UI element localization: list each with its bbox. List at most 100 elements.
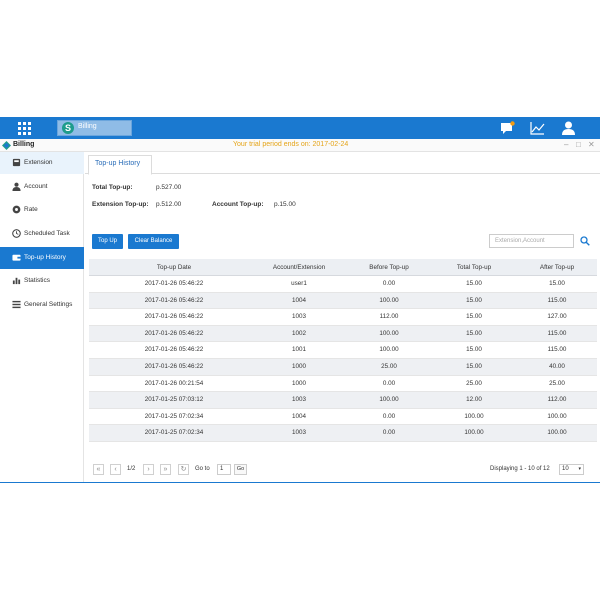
cell-date: 2017-01-26 05:46:22 (144, 313, 204, 321)
cell-date: 2017-01-25 07:02:34 (144, 412, 204, 420)
table-row[interactable]: 2017-01-26 05:46:22 1000 25.00 15.00 40.00 (89, 358, 597, 376)
page-size-value: 10 (562, 466, 569, 472)
table-row[interactable]: 2017-01-26 05:46:22 1004 100.00 15.00 115.00 (89, 292, 597, 310)
total-top-up-value: p.527.00 (156, 184, 182, 191)
clock-icon (12, 229, 21, 238)
sidebar-item-extension[interactable]: Extension (0, 152, 84, 174)
refresh-icon[interactable]: ↻ (178, 464, 189, 475)
notification-icon[interactable] (500, 121, 515, 135)
billing-app-icon: S (62, 122, 74, 134)
window-title-bar: Billing Your trial period ends on: 2017-… (0, 139, 600, 152)
billing-screen: S Billing Billing Your trial period ends… (0, 117, 600, 483)
window-title: Billing (13, 141, 35, 148)
cell-date: 2017-01-25 07:02:34 (144, 429, 204, 437)
minimize-icon[interactable]: – (564, 140, 568, 149)
account-icon (12, 182, 21, 191)
sidebar-item-rate[interactable]: Rate (0, 199, 84, 221)
displaying-count: Displaying 1 - 10 of 12 (490, 466, 550, 472)
cell-after: 15.00 (549, 280, 565, 287)
search-icon[interactable] (580, 236, 590, 246)
cell-account: 1003 (291, 313, 306, 321)
billing-logo-icon (2, 141, 11, 150)
table-row[interactable]: 2017-01-26 00:21:54 1000 0.00 25.00 25.00 (89, 376, 597, 393)
sidebar-item-label: Top-up History (24, 254, 66, 261)
tab-top-up-history[interactable]: Top-up History (88, 155, 152, 175)
settings-icon (12, 300, 21, 309)
column-header[interactable]: Top-up Date (119, 259, 229, 275)
apps-grid-icon[interactable] (18, 122, 31, 135)
first-page-icon[interactable]: « (93, 464, 104, 475)
cell-date: 2017-01-26 05:46:22 (144, 329, 204, 337)
taskbar: S Billing (0, 117, 600, 139)
cell-account: 1004 (291, 412, 306, 420)
cell-after: 115.00 (547, 296, 567, 304)
billing-app-tab[interactable]: S Billing (57, 120, 132, 136)
goto-page-input[interactable]: 1 (217, 464, 231, 475)
search-placeholder: Extension,Account (495, 238, 545, 244)
table-row[interactable]: 2017-01-26 05:46:22 1001 100.00 15.00 115.00 (89, 342, 597, 359)
cell-account: 1002 (291, 329, 306, 337)
sidebar-item-label: General Settings (24, 301, 73, 308)
close-icon[interactable]: ✕ (588, 140, 595, 149)
last-page-icon[interactable]: » (160, 464, 171, 475)
user-icon[interactable] (561, 121, 576, 135)
sidebar-item-statistics[interactable]: Statistics (0, 270, 84, 292)
table-row[interactable]: 2017-01-25 07:02:34 1004 0.00 100.00 100.00 (89, 409, 597, 426)
table-row[interactable]: 2017-01-25 07:02:34 1003 0.00 100.00 100.00 (89, 425, 597, 442)
top-up-button[interactable]: Top Up (92, 234, 123, 249)
column-header[interactable]: After Top-up (507, 259, 600, 275)
bottom-border (0, 482, 600, 483)
table-row[interactable]: 2017-01-26 05:46:22 1003 112.00 15.00 127.00 (89, 309, 597, 326)
page-size-select[interactable]: 10 ▾ (559, 464, 584, 475)
sidebar-item-general-settings[interactable]: General Settings (0, 294, 84, 316)
go-button[interactable]: Go (234, 464, 247, 475)
statistics-icon (12, 277, 21, 285)
cell-account: 1000 (291, 362, 306, 370)
cell-after: 115.00 (547, 329, 567, 337)
table-row[interactable]: 2017-01-26 05:46:22 user1 0.00 15.00 15.00 (89, 276, 597, 293)
table-body: 2017-01-26 05:46:22 user1 0.00 15.00 15.00 20… (89, 276, 597, 442)
table-header: Top-up Date Account/Extension Before Top… (89, 259, 597, 276)
column-header[interactable]: Account/Extension (244, 259, 354, 275)
pagination-bar: « ‹ 1/2 › » ↻ Go to 1 Go Displaying 1 - … (89, 461, 597, 477)
top-up-history-table: Top-up Date Account/Extension Before Top… (89, 259, 597, 442)
sidebar-item-account[interactable]: Account (0, 176, 84, 198)
cell-after: 100.00 (547, 412, 567, 420)
sidebar-item-scheduled-task[interactable]: Scheduled Task (0, 223, 84, 245)
account-top-up-value: p.15.00 (274, 201, 296, 208)
cell-date: 2017-01-26 05:46:22 (144, 280, 204, 287)
goto-label: Go to (195, 466, 210, 472)
prev-page-icon[interactable]: ‹ (110, 464, 121, 475)
sidebar-item-label: Rate (24, 206, 38, 213)
search-input[interactable]: Extension,Account (489, 234, 574, 248)
tab-label: Top-up History (95, 160, 141, 167)
chart-icon[interactable] (530, 121, 545, 135)
account-top-up-label: Account Top-up: (212, 201, 264, 208)
next-page-icon[interactable]: › (143, 464, 154, 475)
cell-date: 2017-01-25 07:03:12 (144, 396, 204, 404)
cell-account: 1003 (291, 396, 306, 404)
cell-date: 2017-01-26 05:46:22 (144, 296, 204, 304)
extension-icon (12, 158, 21, 167)
table-row[interactable]: 2017-01-25 07:03:12 1003 100.00 12.00 112.00 (89, 392, 597, 409)
main-content: Top-up History Total Top-up: p.527.00 Ex… (85, 152, 600, 483)
cell-account: 1004 (291, 296, 306, 304)
cell-after: 25.00 (549, 379, 565, 387)
cell-after: 100.00 (547, 429, 567, 437)
cell-after: 40.00 (549, 362, 565, 370)
sidebar-item-label: Statistics (24, 277, 51, 284)
sidebar-item-top-up-history[interactable]: Top-up History (0, 247, 84, 269)
total-top-up-label: Total Top-up: (92, 184, 133, 191)
cell-after: 112.00 (547, 396, 567, 404)
cell-after: 127.00 (547, 313, 567, 321)
trial-notice: Your trial period ends on: 2017-02-24 (233, 141, 349, 148)
chevron-down-icon: ▾ (578, 466, 581, 472)
maximize-icon[interactable]: □ (576, 140, 581, 149)
cell-account: 1000 (291, 379, 306, 387)
sidebar-item-label: Extension (24, 159, 53, 166)
table-row[interactable]: 2017-01-26 05:46:22 1002 100.00 15.00 115.00 (89, 325, 597, 343)
clear-balance-button[interactable]: Clear Balance (128, 234, 179, 249)
cell-account: 1003 (291, 429, 306, 437)
cell-date: 2017-01-26 00:21:54 (144, 379, 204, 387)
extension-top-up-value: p.512.00 (156, 201, 182, 208)
